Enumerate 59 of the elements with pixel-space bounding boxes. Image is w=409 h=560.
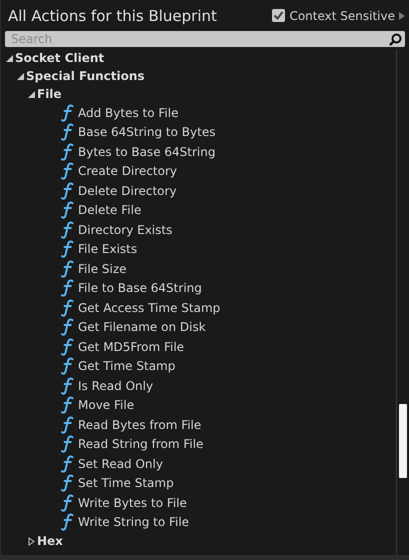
search-field[interactable]: Search	[5, 31, 405, 47]
expanded-arrow-icon[interactable]	[27, 90, 36, 98]
action-item[interactable]: Write String to File	[78, 515, 190, 530]
function-icon	[61, 123, 74, 142]
function-icon	[61, 357, 74, 376]
context-checkbox[interactable]	[272, 9, 286, 22]
action-item[interactable]: Create Directory	[78, 164, 177, 178]
function-icon	[61, 201, 74, 220]
action-item[interactable]: Write Bytes to File	[78, 496, 187, 510]
function-icon	[61, 338, 74, 356]
function-icon	[61, 474, 74, 492]
action-item[interactable]: File Exists	[78, 242, 138, 256]
function-icon	[61, 494, 74, 512]
function-icon	[61, 454, 74, 473]
category-label[interactable]: Hex	[37, 534, 63, 548]
action-item[interactable]: Add Bytes to File	[78, 106, 178, 120]
category-label[interactable]: Special Functions	[26, 69, 145, 83]
function-icon	[61, 260, 74, 278]
function-icon	[61, 220, 74, 239]
checkbox-label[interactable]: Context Sensitive	[289, 8, 395, 22]
action-item[interactable]: Bytes to Base 64String	[78, 144, 216, 159]
function-icon	[61, 182, 74, 200]
panel-title: All Actions for this Blueprint	[8, 6, 217, 24]
action-item[interactable]: Base 64String to Bytes	[78, 125, 216, 140]
function-icon	[61, 396, 74, 414]
function-icon	[61, 162, 74, 180]
function-icon	[61, 279, 74, 298]
category-label[interactable]: File	[37, 87, 62, 101]
action-item[interactable]: Directory Exists	[78, 222, 172, 237]
action-item[interactable]: Set Time Stamp	[78, 476, 174, 490]
action-item[interactable]: Set Read Only	[78, 456, 163, 471]
category-label[interactable]: Socket Client	[15, 51, 104, 65]
action-item[interactable]: Get Time Stamp	[78, 359, 176, 374]
action-item[interactable]: Is Read Only	[78, 378, 154, 393]
action-item[interactable]: Move File	[78, 398, 134, 412]
action-item[interactable]: Delete File	[78, 203, 142, 218]
action-item[interactable]: Read String from File	[78, 437, 204, 452]
expanded-arrow-icon[interactable]	[5, 54, 14, 62]
function-icon	[61, 240, 74, 258]
action-item[interactable]: Delete Directory	[78, 184, 177, 198]
function-icon	[61, 318, 74, 336]
action-item[interactable]: Get MD5From File	[78, 340, 184, 354]
function-icon	[61, 513, 74, 532]
search-icon[interactable]	[389, 32, 402, 46]
function-icon	[61, 142, 74, 161]
expanded-arrow-icon[interactable]	[16, 72, 25, 80]
action-item[interactable]: Read Bytes from File	[78, 418, 202, 432]
caret-icon[interactable]	[399, 12, 405, 20]
action-item[interactable]: File to Base 64String	[78, 281, 202, 296]
function-icon	[61, 416, 74, 434]
function-icon	[61, 104, 74, 122]
scrollbar-thumb[interactable]	[399, 404, 407, 478]
action-item[interactable]: Get Filename on Disk	[78, 320, 206, 334]
collapsed-arrow-icon[interactable]	[27, 536, 36, 546]
action-item[interactable]: File Size	[78, 262, 127, 276]
function-icon	[61, 435, 74, 454]
function-icon	[61, 298, 74, 317]
function-icon	[61, 376, 74, 395]
action-item[interactable]: Get Access Time Stamp	[78, 300, 220, 315]
